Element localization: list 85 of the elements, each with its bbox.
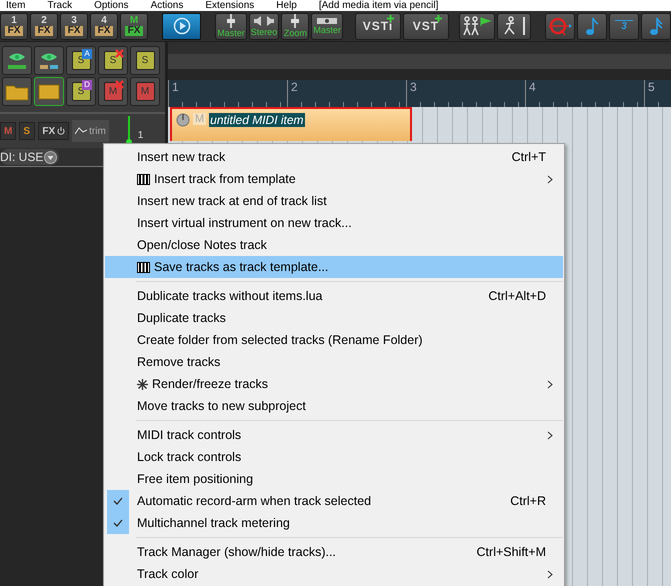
width-icon — [317, 17, 338, 25]
folder-icon — [5, 82, 29, 100]
menu-item[interactable]: Create folder from selected tracks (Rename Folder) — [105, 329, 563, 351]
menu-item[interactable]: Lock track controls — [105, 446, 563, 468]
folder-icon — [37, 82, 61, 100]
runner-button[interactable] — [496, 12, 531, 40]
menu-item[interactable]: MIDI track controls — [105, 424, 563, 446]
menu-item[interactable]: Move tracks to new subproject — [105, 395, 563, 417]
menu-item[interactable]: Extensions — [205, 0, 254, 11]
menu-item[interactable]: Insert virtual instrument on new track... — [105, 212, 563, 234]
shortcut-label: Ctrl+Alt+D — [488, 289, 546, 303]
menu-item[interactable]: Options — [94, 0, 129, 11]
plus-icon — [386, 14, 394, 22]
note-button[interactable] — [640, 12, 671, 40]
fx-button[interactable]: 3 FX — [60, 12, 88, 40]
view-button[interactable]: Master — [215, 12, 247, 40]
badge: D — [82, 80, 92, 90]
eye-icon — [6, 50, 28, 70]
menu-item[interactable]: Help — [276, 0, 297, 11]
input-dropdown[interactable]: DI: USE — [0, 149, 60, 165]
item-name: untitled MIDI item — [209, 113, 305, 127]
menu-item[interactable]: Automatic record-arm when track selected Ctrl+R — [105, 490, 563, 512]
menu-item[interactable]: Item — [6, 0, 26, 11]
quantize-button[interactable] — [544, 12, 575, 40]
visibility-button[interactable] — [34, 46, 64, 75]
menu-item[interactable]: Actions — [150, 0, 184, 11]
visibility-button[interactable] — [2, 46, 32, 75]
vst-button[interactable]: VST — [402, 12, 449, 40]
track-number: 1 — [138, 130, 144, 141]
snowflake-icon — [137, 378, 148, 390]
play-button[interactable] — [162, 12, 202, 40]
fader-icon — [226, 14, 235, 28]
fx-button[interactable]: 4 FX — [90, 12, 118, 40]
power-icon — [57, 127, 66, 135]
menu-item[interactable]: Dublicate tracks without items.lua Ctrl+Alt+D — [105, 285, 563, 307]
badge: A — [82, 49, 92, 59]
piano-icon — [137, 174, 150, 184]
menu-item[interactable]: Open/close Notes track — [105, 234, 563, 256]
quantize-icon — [546, 16, 573, 36]
note-icon — [584, 16, 599, 36]
walkers-flag-icon — [460, 16, 493, 36]
play-icon — [172, 17, 191, 35]
menu-item[interactable]: Track — [47, 0, 72, 11]
view-button[interactable]: Zoom — [281, 12, 310, 40]
shortcut-label: Ctrl+Shift+M — [476, 545, 546, 559]
vst-button[interactable]: VSTi — [354, 12, 401, 40]
midi-item[interactable]: M untitled MIDI item — [170, 107, 412, 141]
fader-icon — [291, 14, 300, 28]
solo-button[interactable]: S — [98, 46, 128, 75]
menu-item[interactable]: Multichannel track metering — [105, 512, 563, 534]
fx-button[interactable]: M FX — [120, 12, 148, 40]
menu-item[interactable]: Remove tracks — [105, 351, 563, 373]
speaker-icon — [253, 15, 276, 27]
trim-button[interactable]: trim — [72, 120, 109, 142]
menu-item[interactable]: Free item positioning — [105, 468, 563, 490]
menu-item[interactable]: Insert new track at end of track list — [105, 190, 563, 212]
note-button[interactable] — [576, 12, 607, 40]
view-button[interactable]: Stereo — [248, 12, 280, 40]
eye-icon — [38, 50, 60, 70]
solo-button[interactable]: S — [19, 122, 36, 140]
menu-item[interactable]: Duplicate tracks — [105, 307, 563, 329]
folder-button[interactable] — [34, 77, 64, 106]
walkers-button[interactable] — [458, 12, 495, 40]
shortcut-label: Ctrl+R — [510, 494, 546, 508]
solo-button[interactable]: S — [130, 46, 160, 75]
fx-button[interactable]: 2 FX — [30, 12, 58, 40]
knob-icon — [176, 113, 190, 127]
note-icon — [648, 16, 663, 36]
shortcut-label: Ctrl+T — [512, 150, 546, 164]
fx-button[interactable]: FX — [38, 122, 70, 140]
piano-icon — [137, 262, 150, 272]
menu-item[interactable]: Insert new track Ctrl+T — [105, 146, 563, 168]
dropdown-icon — [44, 150, 58, 164]
folder-button[interactable] — [2, 77, 32, 106]
plus-icon — [434, 14, 442, 22]
menu-item[interactable]: Insert track from template — [105, 168, 563, 190]
menu-item[interactable]: [Add media item via pencil] — [318, 0, 438, 11]
item-mute-label: M — [193, 113, 206, 125]
view-button[interactable]: Master — [311, 12, 343, 40]
menu-item[interactable]: Track color — [105, 563, 563, 585]
fx-button[interactable]: 1 FX — [0, 12, 28, 40]
menu-item[interactable]: Save tracks as track template... — [105, 256, 563, 278]
envelope-icon — [75, 126, 88, 136]
menu-item[interactable]: Track Manager (show/hide tracks)... Ctrl+Shift+M — [105, 541, 563, 563]
menu-item[interactable]: Render/freeze tracks — [105, 373, 563, 395]
